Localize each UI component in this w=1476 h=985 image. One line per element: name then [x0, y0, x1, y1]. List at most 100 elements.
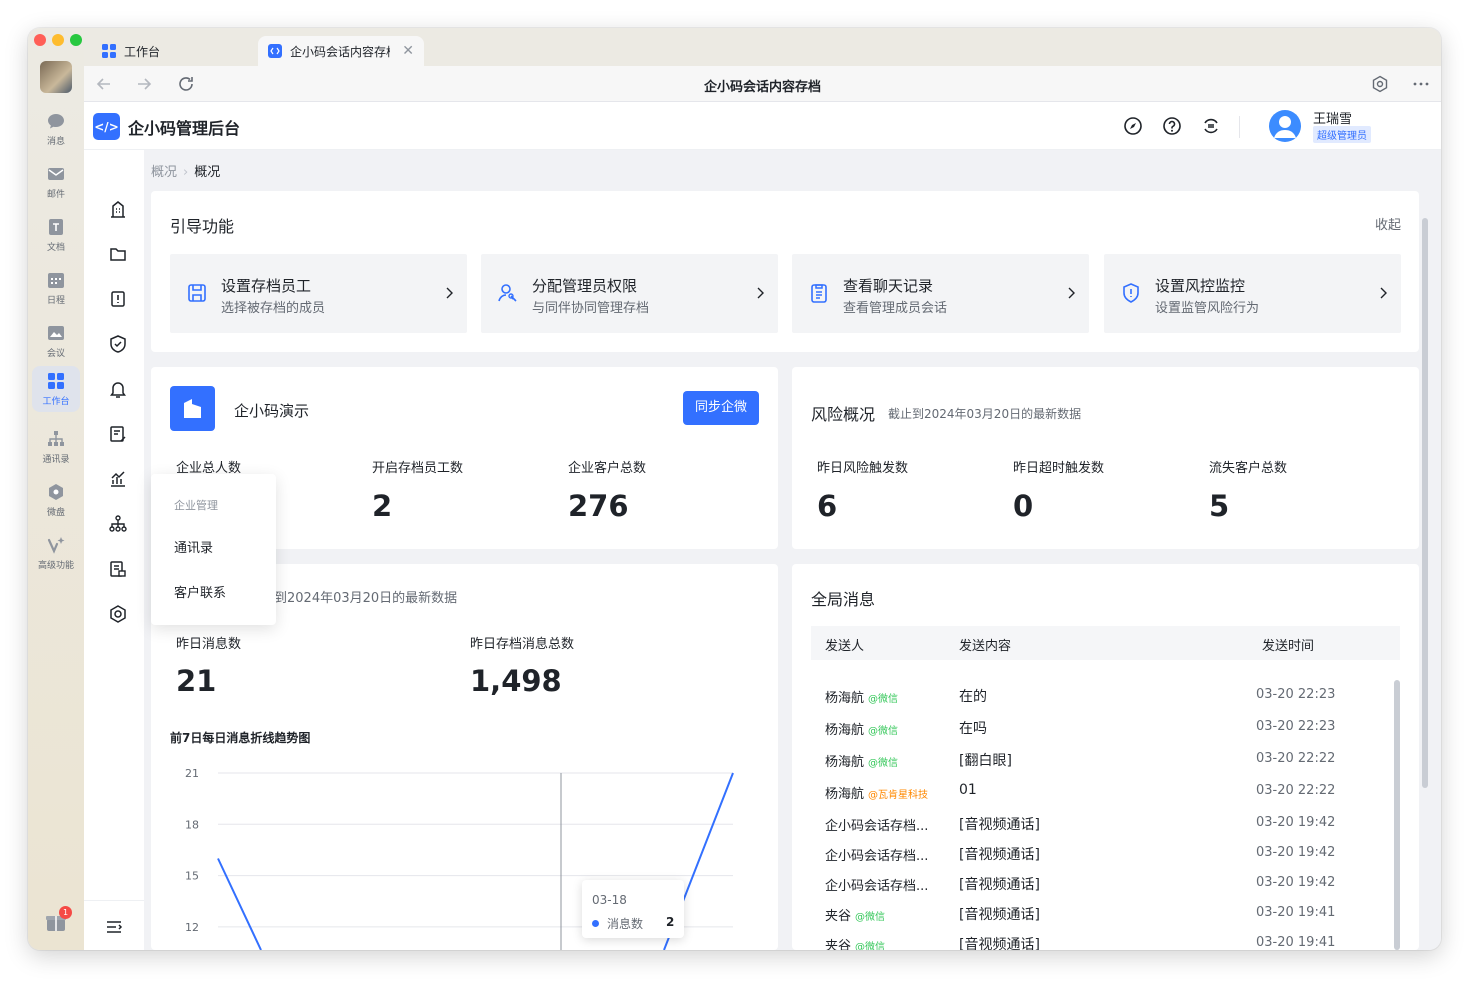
- column-content: 发送内容: [959, 639, 1012, 654]
- window-controls: [34, 34, 82, 46]
- table-row[interactable]: 夹谷 @微信 [音视频通话] 03-20 19:41: [811, 928, 1381, 950]
- report-icon[interactable]: [108, 559, 128, 579]
- compass-icon[interactable]: [1123, 116, 1143, 136]
- rail-item-label: 文档: [46, 243, 65, 253]
- building-icon[interactable]: [108, 199, 128, 219]
- risk-subtitle: 截止到2024年03月20日的最新数据: [888, 407, 1082, 421]
- message-time: 03-20 19:42: [1256, 815, 1336, 830]
- breadcrumb-parent[interactable]: 概况: [151, 165, 177, 180]
- switch-icon[interactable]: [1201, 116, 1221, 136]
- rail-item-drive[interactable]: 微盘: [32, 477, 80, 523]
- minimize-window-button[interactable]: [52, 34, 64, 46]
- rail-item-workbench[interactable]: 工作台: [32, 366, 80, 412]
- settings-hex-icon[interactable]: [108, 604, 128, 624]
- meeting-icon: [48, 326, 64, 340]
- sender-name: 夹谷: [825, 939, 852, 950]
- sender-source-tag: @微信: [868, 694, 899, 705]
- tab-archive[interactable]: 企小码会话内容存档 ✕: [258, 36, 424, 66]
- close-window-button[interactable]: [34, 34, 46, 46]
- guide-item-risk-monitor[interactable]: 设置风控监控 设置监管风险行为: [1104, 254, 1401, 333]
- rail-gift-button[interactable]: 1: [44, 906, 72, 934]
- drive-icon: [49, 484, 63, 500]
- folder-icon[interactable]: [108, 244, 128, 264]
- help-icon[interactable]: [1162, 116, 1182, 136]
- rail-item-label: 高级功能: [37, 561, 74, 571]
- guide-item-subtitle: 选择被存档的成员: [221, 301, 326, 316]
- guide-item-subtitle: 设置监管风险行为: [1155, 301, 1260, 316]
- user-name: 王瑞雪: [1313, 112, 1353, 127]
- dropdown-item-customer-contact[interactable]: 客户联系: [174, 582, 226, 601]
- rail-item-messages[interactable]: 消息: [32, 106, 80, 152]
- tab-workbench[interactable]: 工作台: [92, 36, 252, 66]
- shield-check-icon[interactable]: [108, 334, 128, 354]
- enterprise-dropdown-menu: 企业管理 通讯录 客户联系: [151, 474, 276, 625]
- table-row[interactable]: 企小码会话存档... [音视频通话] 03-20 19:42: [811, 808, 1381, 838]
- rail-item-meeting[interactable]: 会议: [32, 318, 80, 364]
- rail-item-contacts[interactable]: 通讯录: [32, 424, 80, 470]
- stat-value-lost-customers: 5: [1209, 489, 1230, 523]
- settings-hex-icon[interactable]: [1371, 75, 1389, 93]
- bell-alert-icon[interactable]: [108, 379, 128, 399]
- sender-source-tag: @微信: [868, 758, 899, 769]
- sync-wecom-button[interactable]: 同步企微: [683, 391, 759, 425]
- rail-item-label: 消息: [46, 137, 65, 147]
- more-dots-icon[interactable]: [1412, 75, 1430, 93]
- rail-item-label: 工作台: [42, 397, 70, 407]
- calendar-icon: [48, 273, 64, 288]
- stat-value-archive-staff: 2: [372, 489, 393, 523]
- rail-item-advanced[interactable]: 高级功能: [32, 530, 80, 576]
- table-row[interactable]: 企小码会话存档... [音视频通话] 03-20 19:42: [811, 838, 1381, 868]
- guide-item-archive-staff[interactable]: 设置存档员工 选择被存档的成员: [170, 254, 467, 333]
- messages-scrollbar[interactable]: [1394, 680, 1400, 950]
- collapse-link[interactable]: 收起: [1375, 214, 1401, 233]
- message-time: 03-20 22:22: [1256, 783, 1336, 798]
- sender-name: 杨海航: [825, 723, 865, 738]
- user-avatar[interactable]: [1269, 110, 1301, 142]
- global-messages-card: 全局消息 发送人 发送内容 发送时间 杨海航 @微信 在的 03-20 22:23 杨海…: [792, 564, 1419, 950]
- tab-close-icon[interactable]: ✕: [402, 43, 414, 59]
- trend-chart-icon[interactable]: [108, 469, 128, 489]
- page-title: 企小码会话内容存档: [703, 80, 821, 95]
- message-content: 01: [959, 782, 977, 798]
- table-row[interactable]: 杨海航 @瓦肯星科技 01 03-20 22:22: [811, 776, 1381, 806]
- table-row[interactable]: 企小码会话存档... [音视频通话] 03-20 19:42: [811, 868, 1381, 898]
- rail-item-docs[interactable]: 文档: [32, 212, 80, 258]
- table-row[interactable]: 杨海航 @微信 [翻白眼] 03-20 22:22: [811, 744, 1381, 774]
- table-row[interactable]: 杨海航 @微信 在吗 03-20 22:23: [811, 712, 1381, 742]
- page-scrollbar[interactable]: [1422, 218, 1428, 788]
- table-row[interactable]: 杨海航 @微信 在的 03-20 22:23: [811, 680, 1381, 710]
- clipboard-icon: [811, 284, 827, 303]
- document-edit-icon[interactable]: [108, 424, 128, 444]
- app-logo-icon: [268, 44, 282, 58]
- message-time: 03-20 22:23: [1256, 687, 1336, 702]
- rail-item-calendar[interactable]: 日程: [32, 265, 80, 311]
- table-row[interactable]: 夹谷 @微信 [音视频通话] 03-20 19:41: [811, 898, 1381, 928]
- alert-book-icon[interactable]: [108, 289, 128, 309]
- messages-table-header: 发送人 发送内容 发送时间: [811, 626, 1400, 660]
- org-tree-icon[interactable]: [108, 514, 128, 534]
- chevron-right-icon: [1068, 287, 1075, 299]
- tab-label: 工作台: [124, 44, 161, 59]
- sparkle-icon: [47, 537, 65, 554]
- message-sender: 企小码会话存档...: [825, 875, 928, 894]
- chevron-right-icon: [757, 287, 764, 299]
- rail-item-label: 微盘: [46, 508, 65, 518]
- message-sender: 杨海航 @微信: [825, 687, 898, 706]
- stat-label-timeout-triggers: 昨日超时触发数: [1013, 461, 1105, 476]
- chart-y-ticks: 21 18 15 12: [185, 767, 199, 934]
- user-role-badge: 超级管理员: [1313, 126, 1371, 143]
- shield-alert-icon: [1123, 283, 1139, 303]
- workbench-grid-icon: [48, 373, 64, 389]
- rail-item-mail[interactable]: 邮件: [32, 159, 80, 205]
- collapse-menu-icon[interactable]: [104, 917, 124, 937]
- rail-avatar[interactable]: [40, 61, 72, 93]
- tooltip-series-name: 消息数: [607, 917, 644, 931]
- guide-item-chat-records[interactable]: 查看聊天记录 查看管理成员会话: [792, 254, 1089, 333]
- sender-name: 杨海航: [825, 691, 865, 706]
- message-time: 03-20 19:41: [1256, 905, 1336, 920]
- maximize-window-button[interactable]: [70, 34, 82, 46]
- stat-value-risk-triggers: 6: [817, 489, 838, 523]
- sender-name: 企小码会话存档...: [825, 879, 929, 894]
- dropdown-item-contacts[interactable]: 通讯录: [174, 537, 213, 556]
- guide-item-admin-permission[interactable]: 分配管理员权限 与同伴协同管理存档: [481, 254, 778, 333]
